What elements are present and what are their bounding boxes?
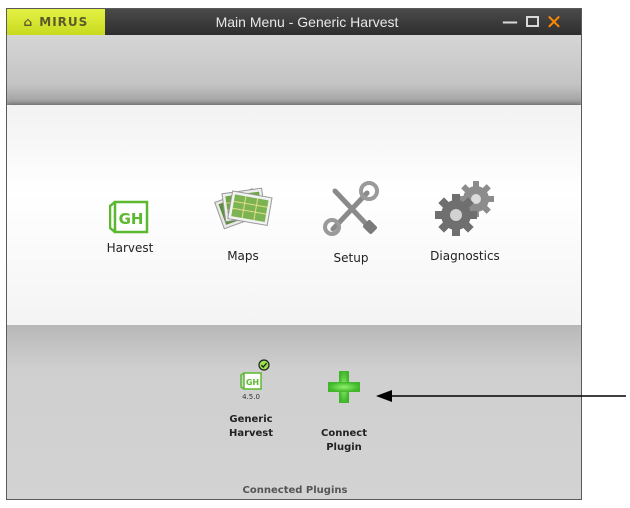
diagnostics-label: Diagnostics <box>430 249 500 263</box>
plus-icon <box>326 369 362 405</box>
connect-plugin-line2: Plugin <box>326 442 362 453</box>
menu-item-diagnostics[interactable]: Diagnostics <box>415 179 515 263</box>
harvest-logo-text: GH <box>119 210 144 228</box>
menu-item-setup[interactable]: Setup <box>311 181 391 265</box>
brand-label: MIRUS <box>39 15 89 29</box>
maps-icon <box>210 179 276 235</box>
upper-band <box>7 35 581 105</box>
window-title: Main Menu - Generic Harvest <box>215 14 399 30</box>
maximize-icon[interactable] <box>523 12 541 32</box>
menu-item-harvest[interactable]: GH Harvest <box>95 197 165 255</box>
plugin-logo-text: GH <box>246 378 259 387</box>
connect-plugin-button[interactable]: Connect Plugin <box>309 369 379 455</box>
plugin-gh-logo-icon: GH <box>240 371 262 394</box>
menu-item-maps[interactable]: Maps <box>203 179 283 263</box>
mirus-brand-button[interactable]: ⌂ MIRUS <box>7 9 105 35</box>
main-menu-window: ⌂ MIRUS Main Menu - Generic Harvest — ✕ … <box>6 8 582 500</box>
harvest-label: Harvest <box>106 241 154 255</box>
close-icon[interactable]: ✕ <box>545 12 563 32</box>
wrench-screwdriver-icon <box>321 181 381 237</box>
gears-icon <box>430 179 500 237</box>
connected-check-icon <box>258 359 270 374</box>
plugin-version: 4.5.0 <box>242 393 260 401</box>
annotation-arrow-icon <box>376 386 630 410</box>
minimize-icon[interactable]: — <box>501 12 519 32</box>
plugins-panel <box>7 325 581 499</box>
setup-label: Setup <box>333 251 369 265</box>
plugin-name-line1: Generic <box>229 414 273 425</box>
generic-harvest-logo-icon: GH <box>108 197 151 235</box>
title-bar[interactable]: ⌂ MIRUS Main Menu - Generic Harvest — ✕ <box>7 9 581 35</box>
plugin-generic-harvest[interactable]: GH 4.5.0 Generic Harvest <box>221 359 281 441</box>
connect-plugin-line1: Connect <box>321 428 367 439</box>
connected-plugins-label: Connected Plugins <box>242 485 348 496</box>
home-icon: ⌂ <box>23 15 34 29</box>
plugin-name-line2: Harvest <box>228 428 274 439</box>
maps-label: Maps <box>227 249 259 263</box>
